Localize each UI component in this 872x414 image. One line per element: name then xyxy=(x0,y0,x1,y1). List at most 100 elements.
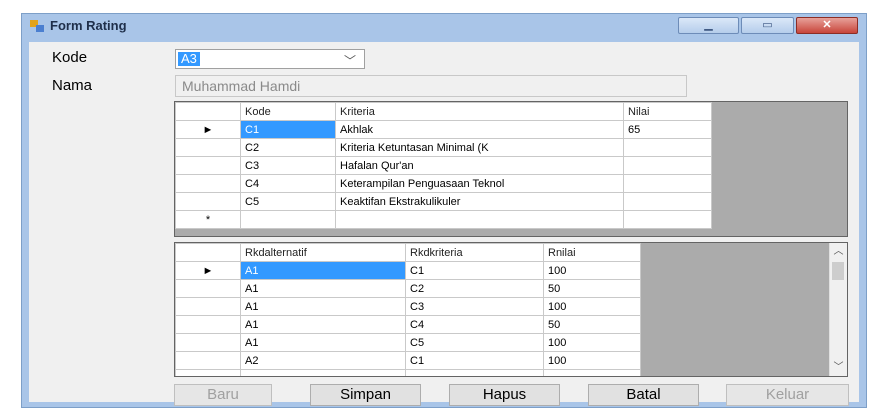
kriteria-cell[interactable]: Akhlak xyxy=(335,120,624,139)
alternatif-cell[interactable]: A1 xyxy=(240,279,406,298)
new-kode-cell[interactable] xyxy=(240,210,336,229)
alternatif-cell[interactable]: A1 xyxy=(240,261,406,280)
kode-cell[interactable]: C3 xyxy=(240,156,336,175)
new-kriteria-cell[interactable] xyxy=(335,210,624,229)
kode-label: Kode xyxy=(52,49,88,66)
nilai-cell[interactable] xyxy=(623,174,712,193)
kriteria-cell[interactable]: C2 xyxy=(405,279,544,298)
row-header[interactable] xyxy=(175,369,241,376)
row-header[interactable] xyxy=(175,174,241,193)
nama-label: Nama xyxy=(52,77,93,94)
keluar-button[interactable]: Keluar xyxy=(726,384,849,406)
nilai-cell[interactable]: 50 xyxy=(543,315,641,334)
new-row-asterisk-icon: * xyxy=(175,210,241,229)
new-row[interactable]: * xyxy=(175,210,712,229)
rating-header-row: Rkdalternatif Rkdkriteria Rnilai xyxy=(175,243,641,262)
row-header[interactable] xyxy=(175,279,241,298)
table-row[interactable]: A1 C5 100 xyxy=(175,333,641,352)
kriteria-cell[interactable]: Kriteria Ketuntasan Minimal (K xyxy=(335,138,624,157)
current-row-arrow-icon: ► xyxy=(175,261,241,280)
column-header-rkdalternatif[interactable]: Rkdalternatif xyxy=(240,243,406,262)
scroll-up-arrow-icon[interactable]: ︿ xyxy=(830,243,847,260)
kriteria-cell[interactable] xyxy=(405,369,544,376)
table-row[interactable]: A1 C4 50 xyxy=(175,315,641,334)
nilai-cell[interactable]: 100 xyxy=(543,333,641,352)
table-row[interactable]: C4 Keterampilan Penguasaan Teknol xyxy=(175,174,712,193)
kode-cell[interactable]: C4 xyxy=(240,174,336,193)
table-row[interactable]: A1 C3 100 xyxy=(175,297,641,316)
minimize-button[interactable]: ▁ xyxy=(678,17,739,34)
kriteria-table: Kode Kriteria Nilai ► C1 Akhlak 65 C2 Kr… xyxy=(175,102,712,229)
kode-cell[interactable]: C1 xyxy=(240,120,336,139)
table-row[interactable]: C3 Hafalan Qur'an xyxy=(175,156,712,175)
window-title: Form Rating xyxy=(50,18,127,33)
nilai-cell[interactable] xyxy=(623,192,712,211)
table-row[interactable] xyxy=(175,369,641,376)
nilai-cell[interactable]: 100 xyxy=(543,297,641,316)
alternatif-cell[interactable]: A1 xyxy=(240,315,406,334)
column-header-kode[interactable]: Kode xyxy=(240,102,336,121)
table-row[interactable]: ► C1 Akhlak 65 xyxy=(175,120,712,139)
table-row[interactable]: C2 Kriteria Ketuntasan Minimal (K xyxy=(175,138,712,157)
rating-table: Rkdalternatif Rkdkriteria Rnilai ► A1 C1… xyxy=(175,243,641,376)
nilai-cell[interactable] xyxy=(543,369,641,376)
row-header-corner xyxy=(175,243,241,262)
kriteria-cell[interactable]: C1 xyxy=(405,351,544,370)
alternatif-cell[interactable]: A2 xyxy=(240,351,406,370)
row-header[interactable] xyxy=(175,138,241,157)
maximize-button[interactable]: ▭ xyxy=(741,17,794,34)
kriteria-cell[interactable]: Keterampilan Penguasaan Teknol xyxy=(335,174,624,193)
current-row-arrow-icon: ► xyxy=(175,120,241,139)
row-header[interactable] xyxy=(175,192,241,211)
kode-cell[interactable]: C5 xyxy=(240,192,336,211)
row-header[interactable] xyxy=(175,333,241,352)
nilai-cell[interactable] xyxy=(623,138,712,157)
scroll-down-arrow-icon[interactable]: ﹀ xyxy=(830,359,847,376)
column-header-rkdkriteria[interactable]: Rkdkriteria xyxy=(405,243,544,262)
table-row[interactable]: A2 C1 100 xyxy=(175,351,641,370)
scroll-thumb[interactable] xyxy=(832,262,844,280)
alternatif-cell[interactable]: A1 xyxy=(240,297,406,316)
nilai-cell[interactable]: 100 xyxy=(543,351,641,370)
kriteria-cell[interactable]: C1 xyxy=(405,261,544,280)
column-header-nilai[interactable]: Nilai xyxy=(623,102,712,121)
row-header[interactable] xyxy=(175,351,241,370)
row-header[interactable] xyxy=(175,297,241,316)
row-header-corner xyxy=(175,102,241,121)
kriteria-cell[interactable]: Keaktifan Ekstrakulikuler xyxy=(335,192,624,211)
hapus-button[interactable]: Hapus xyxy=(449,384,560,406)
alternatif-cell[interactable]: A1 xyxy=(240,333,406,352)
nilai-cell[interactable]: 50 xyxy=(543,279,641,298)
close-button[interactable]: ✕ xyxy=(796,17,858,34)
column-header-kriteria[interactable]: Kriteria xyxy=(335,102,624,121)
kriteria-cell[interactable]: C3 xyxy=(405,297,544,316)
nama-field[interactable]: Muhammad Hamdi xyxy=(175,75,687,97)
kriteria-cell[interactable]: C4 xyxy=(405,315,544,334)
title-bar[interactable]: Form Rating ▁ ▭ ✕ xyxy=(22,14,866,38)
table-row[interactable]: C5 Keaktifan Ekstrakulikuler xyxy=(175,192,712,211)
table-row[interactable]: ► A1 C1 100 xyxy=(175,261,641,280)
chevron-down-icon[interactable]: ﹀ xyxy=(344,52,356,69)
row-header[interactable] xyxy=(175,156,241,175)
simpan-button[interactable]: Simpan xyxy=(310,384,421,406)
kriteria-grid[interactable]: Kode Kriteria Nilai ► C1 Akhlak 65 C2 Kr… xyxy=(174,101,848,237)
kriteria-cell[interactable]: C5 xyxy=(405,333,544,352)
table-row[interactable]: A1 C2 50 xyxy=(175,279,641,298)
kode-cell[interactable]: C2 xyxy=(240,138,336,157)
maximize-icon: ▭ xyxy=(762,19,773,31)
vertical-scrollbar[interactable]: ︿ ﹀ xyxy=(829,243,847,376)
nilai-cell[interactable] xyxy=(623,156,712,175)
form-rating-window: Form Rating ▁ ▭ ✕ Kode A3 ﹀ Nama Muhamma… xyxy=(21,13,867,408)
kode-combobox[interactable]: A3 ﹀ xyxy=(175,49,365,69)
column-header-rnilai[interactable]: Rnilai xyxy=(543,243,641,262)
row-header[interactable] xyxy=(175,315,241,334)
alternatif-cell[interactable] xyxy=(240,369,406,376)
nilai-cell[interactable]: 65 xyxy=(623,120,712,139)
new-nilai-cell[interactable] xyxy=(623,210,712,229)
kode-selected-value: A3 xyxy=(178,52,200,66)
rating-grid[interactable]: Rkdalternatif Rkdkriteria Rnilai ► A1 C1… xyxy=(174,242,848,377)
kriteria-cell[interactable]: Hafalan Qur'an xyxy=(335,156,624,175)
batal-button[interactable]: Batal xyxy=(588,384,699,406)
nilai-cell[interactable]: 100 xyxy=(543,261,641,280)
baru-button[interactable]: Baru xyxy=(174,384,272,406)
